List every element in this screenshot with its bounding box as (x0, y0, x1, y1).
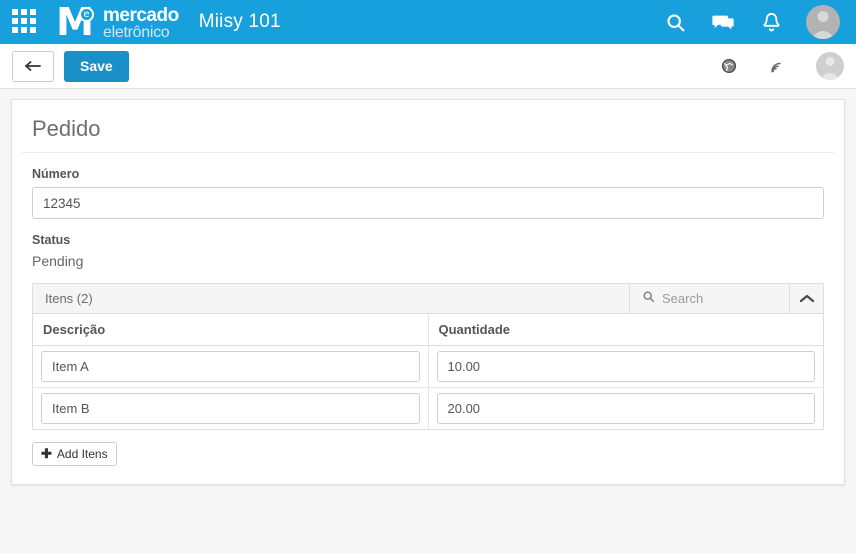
status-value: Pending (32, 253, 84, 269)
brand-logo[interactable]: M e mercado eletrônico (52, 3, 179, 41)
action-toolbar-right (720, 52, 844, 80)
cell-quantidade (428, 388, 823, 430)
table-row (33, 387, 823, 430)
save-button[interactable]: Save (64, 50, 129, 82)
pedido-card: Pedido Número Status Pending Itens (2) (11, 99, 845, 485)
row-1-quantidade-input[interactable] (436, 393, 815, 424)
field-numero: Número (22, 167, 834, 219)
cell-descricao (33, 345, 429, 388)
toolbar-avatar-body (821, 73, 839, 80)
row-1-descricao-input[interactable] (41, 393, 420, 424)
toolbar-avatar[interactable] (816, 52, 844, 80)
numero-input[interactable] (32, 187, 824, 219)
itens-panel-title: Itens (2) (45, 291, 93, 306)
toolbar-avatar-head (825, 57, 835, 66)
brand-line-1: mercado (103, 4, 179, 26)
avatar-head (817, 11, 829, 22)
itens-table: Descrição Quantidade (33, 314, 823, 429)
add-itens-row: ✚ Add Itens (22, 430, 834, 466)
add-itens-label: Add Itens (56, 447, 108, 461)
brand-line-2: eletrônico (103, 23, 170, 41)
top-navigation-bar: M e mercado eletrônico Miisy 101 (0, 0, 856, 44)
page-title: Pedido (22, 114, 834, 153)
itens-table-body (33, 345, 823, 430)
topbar-actions (662, 5, 844, 39)
plus-icon: ✚ (41, 446, 52, 461)
chevron-up-icon[interactable] (789, 283, 823, 314)
column-header-quantidade: Quantidade (428, 314, 823, 346)
mercado-eletronico-mark-icon: M e (52, 3, 96, 41)
brand-wordmark: mercado eletrônico (103, 4, 179, 41)
avatar[interactable] (806, 5, 840, 39)
back-button[interactable] (12, 50, 54, 82)
status-label: Status (32, 233, 71, 247)
itens-search[interactable] (629, 283, 789, 314)
table-header-row: Descrição Quantidade (33, 314, 823, 346)
row-0-quantidade-input[interactable] (436, 351, 815, 382)
itens-panel-header: Itens (2) (33, 283, 823, 314)
action-toolbar: Save (0, 44, 856, 89)
search-icon (642, 290, 655, 308)
column-header-descricao: Descrição (33, 314, 429, 346)
numero-label: Número (32, 167, 80, 181)
rss-icon[interactable] (768, 57, 786, 75)
globe-icon[interactable] (720, 57, 738, 75)
itens-table-head: Descrição Quantidade (33, 314, 823, 346)
itens-panel: Itens (2) Search Descrição Quantidade It… (32, 283, 824, 430)
bell-icon[interactable] (758, 9, 784, 35)
field-status: Status Pending (22, 233, 834, 269)
cell-descricao (33, 387, 429, 429)
table-row (33, 345, 823, 388)
search-icon[interactable] (662, 9, 688, 35)
app-title: Miisy 101 (198, 11, 281, 32)
cell-quantidade (428, 345, 823, 388)
logo-superscript-e: e (79, 7, 94, 22)
chat-icon[interactable] (710, 9, 736, 35)
page-content: Pedido Número Status Pending Itens (2) (0, 89, 856, 485)
row-0-descricao-input[interactable] (41, 351, 420, 382)
avatar-body (812, 31, 834, 39)
add-itens-button[interactable]: ✚ Add Itens (32, 442, 117, 466)
itens-search-input[interactable] (662, 291, 772, 306)
apps-grid-icon[interactable] (12, 9, 38, 35)
